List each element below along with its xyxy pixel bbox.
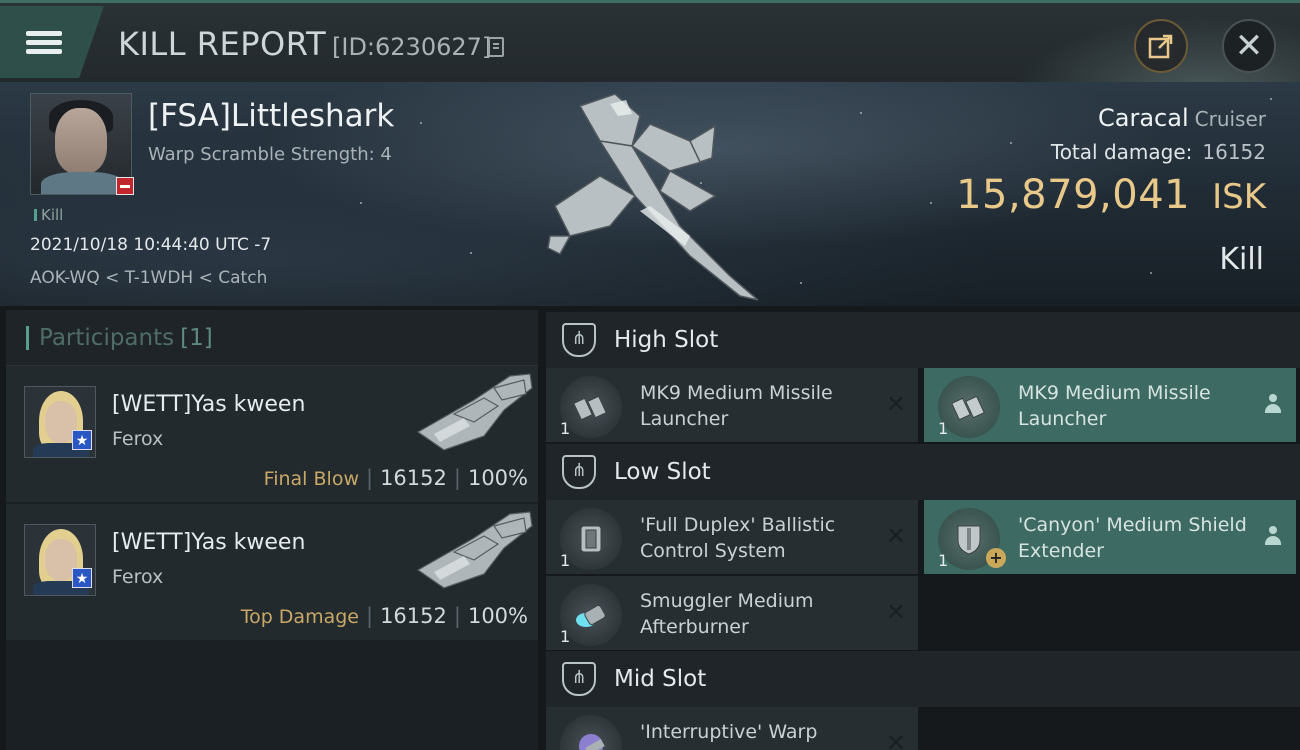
participant-row[interactable]: ★ [WETT]Yas kween Ferox Final Blow | 16152…	[6, 366, 538, 504]
report-id: [ID:6230627]	[332, 33, 492, 61]
close-icon: ✕	[1234, 26, 1264, 66]
participant-ship: Ferox	[112, 428, 164, 450]
module-name: 'Canyon' Medium Shield Extender	[1018, 514, 1247, 562]
high-slot-label: High Slot	[614, 327, 719, 353]
module-item[interactable]: 1 'Full Duplex' Ballistic Control System…	[546, 500, 918, 574]
participant-percent: 100%	[467, 604, 528, 628]
destroyed-icon: ✕	[885, 729, 906, 750]
participant-ship-image	[416, 373, 533, 451]
star-icon: ★	[72, 430, 92, 450]
header-bar: KILL REPORT [ID:6230627] ✕	[0, 0, 1300, 85]
participant-name: [WETT]Yas kween	[112, 530, 306, 555]
module-item[interactable]: 1 Smuggler Medium Afterburner ✕	[546, 576, 918, 650]
high-slot-icon	[562, 323, 596, 357]
participant-damage: 16152	[380, 466, 447, 490]
participant-stats: Top Damage | 16152 | 100%	[240, 604, 528, 628]
participant-damage: 16152	[380, 604, 447, 628]
module-item[interactable]: + 1 'Canyon' Medium Shield Extender	[924, 500, 1296, 574]
participants-label: Participants	[39, 324, 175, 351]
victim-ship-class: Cruiser	[1194, 107, 1266, 131]
dropped-person-icon	[1264, 526, 1282, 546]
module-quantity: 1	[560, 419, 571, 438]
participant-stats: Final Blow | 16152 | 100%	[263, 466, 528, 490]
mid-slot-label: Mid Slot	[614, 666, 707, 692]
participant-row[interactable]: ★ [WETT]Yas kween Ferox Top Damage | 16152…	[6, 504, 538, 642]
isk-unit: ISK	[1212, 177, 1266, 217]
module-quantity: 1	[938, 419, 949, 438]
module-name: 'Interruptive' Warp	[640, 721, 818, 743]
victim-name[interactable]: [FSA]Littleshark	[148, 98, 394, 134]
dropped-person-icon	[1264, 394, 1282, 414]
module-name: Smuggler Medium Afterburner	[640, 590, 814, 638]
plus-icon: +	[986, 548, 1006, 568]
mid-slot-header: Mid Slot	[546, 651, 1300, 707]
menu-button[interactable]	[0, 6, 104, 78]
victim-ship-name: Caracal	[1098, 104, 1189, 132]
victim-panel: [FSA]Littleshark Warp Scramble Strength:…	[0, 82, 1300, 306]
participant-ship-image	[416, 511, 533, 589]
loss-badge-icon	[116, 177, 134, 195]
copy-icon[interactable]	[488, 37, 504, 57]
low-slot-icon	[562, 455, 596, 489]
share-button[interactable]	[1134, 19, 1188, 73]
participants-header: Participants [1]	[6, 310, 538, 366]
kill-tag: Kill	[34, 206, 63, 224]
kill-datetime: 2021/10/18 10:44:40 UTC -7	[30, 235, 272, 255]
warp-scramble-strength: Warp Scramble Strength: 4	[148, 144, 392, 165]
destroyed-icon: ✕	[885, 522, 906, 550]
participant-percent: 100%	[467, 466, 528, 490]
destroyed-icon: ✕	[885, 390, 906, 418]
share-icon	[1148, 34, 1173, 59]
victim-ship[interactable]: Caracal Cruiser	[1098, 104, 1266, 132]
low-slot-header: Low Slot	[546, 444, 1300, 500]
destroyed-icon: ✕	[885, 598, 906, 626]
victim-ship-image	[547, 93, 759, 301]
module-item[interactable]: 'Interruptive' Warp ✕	[546, 707, 918, 750]
total-damage: Total damage: 16152	[1051, 140, 1266, 164]
result-label: Kill	[1219, 242, 1264, 277]
module-name: 'Full Duplex' Ballistic Control System	[640, 514, 836, 562]
participant-tag: Final Blow	[263, 468, 359, 490]
page-title: KILL REPORT	[118, 25, 327, 63]
module-quantity: 1	[938, 551, 949, 570]
participants-count: [1]	[180, 324, 213, 351]
module-name: MK9 Medium Missile Launcher	[640, 382, 833, 430]
module-item[interactable]: 1 MK9 Medium Missile Launcher	[924, 368, 1296, 442]
high-slot-header: High Slot	[546, 312, 1300, 368]
isk-amount: 15,879,041	[956, 172, 1191, 218]
participants-panel: Participants [1] ★ [WETT]Yas kween Ferox…	[6, 310, 538, 750]
kill-location[interactable]: AOK-WQ < T-1WDH < Catch	[30, 268, 267, 288]
module-name: MK9 Medium Missile Launcher	[1018, 382, 1211, 430]
module-quantity: 1	[560, 551, 571, 570]
participant-tag: Top Damage	[240, 606, 359, 628]
participant-ship: Ferox	[112, 566, 164, 588]
warp-disruptor-icon	[560, 715, 622, 750]
total-damage-value: 16152	[1202, 140, 1266, 164]
isk-value: 15,879,041 ISK	[956, 172, 1266, 218]
close-button[interactable]: ✕	[1222, 19, 1276, 73]
hamburger-icon	[26, 27, 62, 58]
star-icon: ★	[72, 568, 92, 588]
low-slot-label: Low Slot	[614, 459, 711, 485]
module-quantity: 1	[560, 627, 571, 646]
module-item[interactable]: 1 MK9 Medium Missile Launcher ✕	[546, 368, 918, 442]
mid-slot-icon	[562, 662, 596, 696]
participant-name: [WETT]Yas kween	[112, 392, 306, 417]
total-damage-label: Total damage:	[1050, 140, 1193, 164]
